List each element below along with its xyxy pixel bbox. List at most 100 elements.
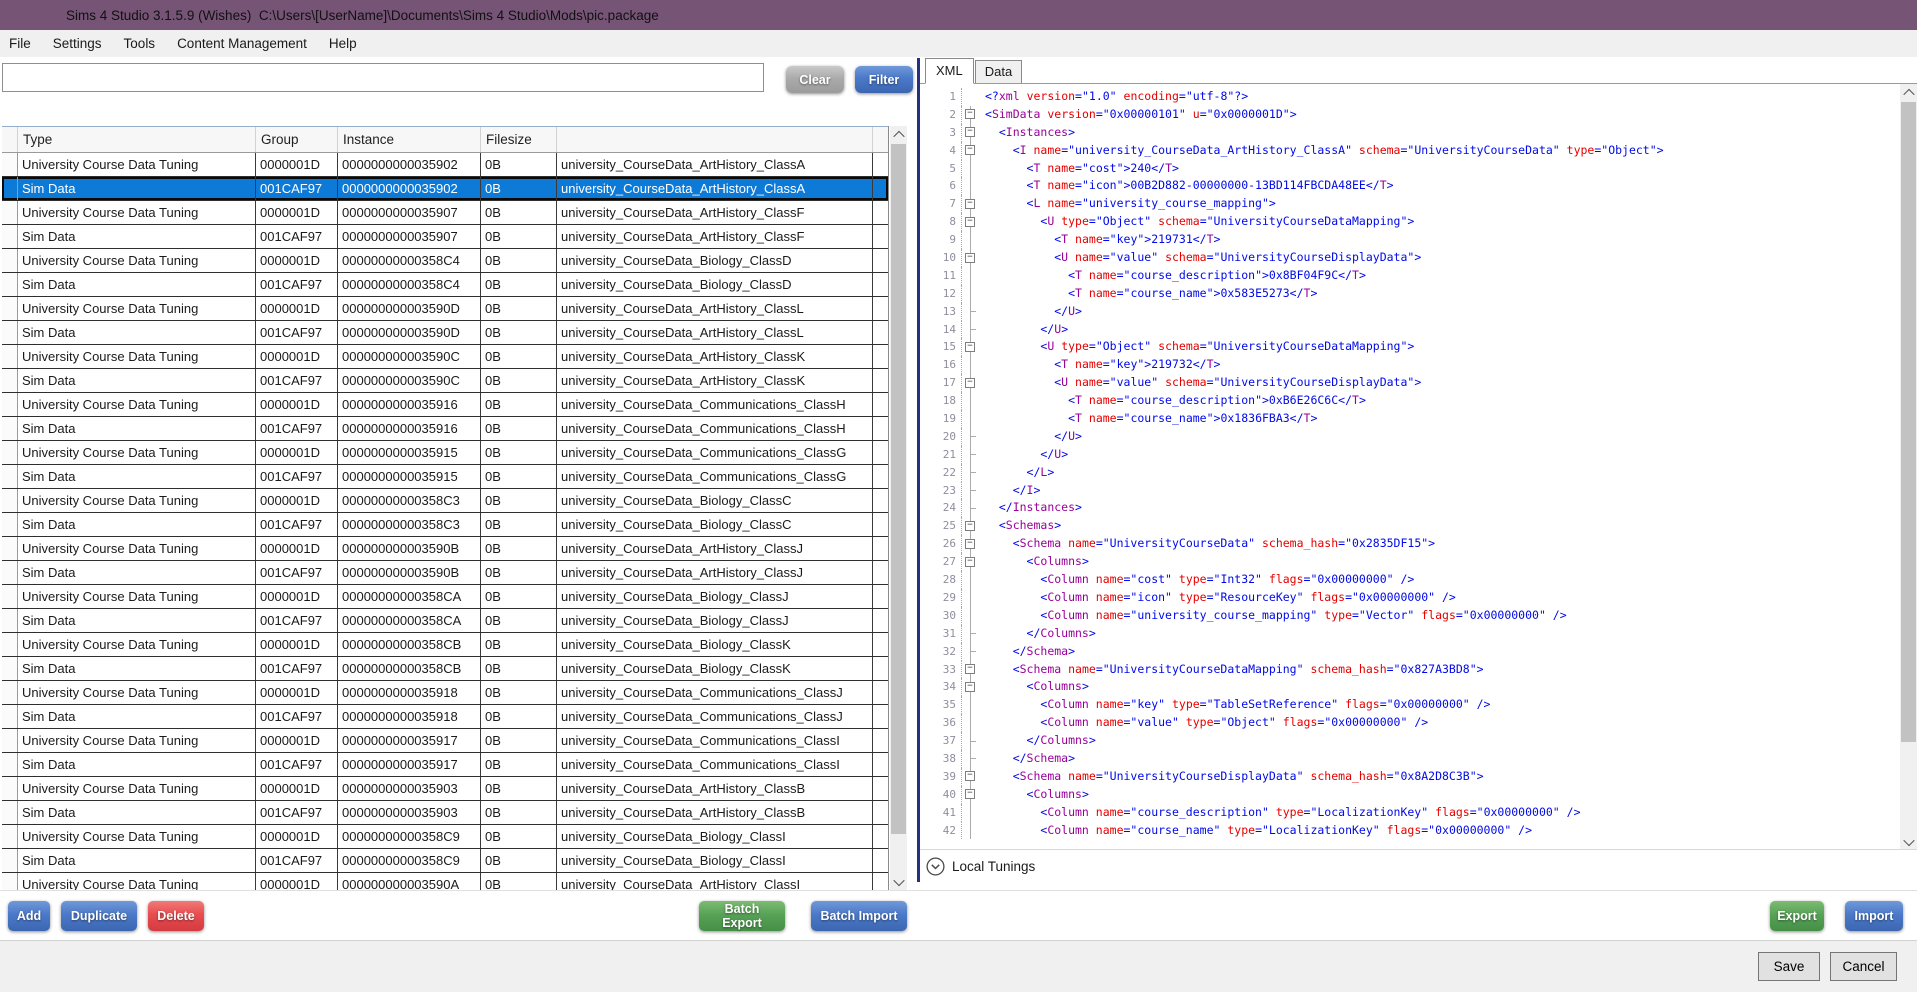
tab-data[interactable]: Data	[975, 60, 1022, 83]
export-button[interactable]: Export	[1770, 901, 1824, 931]
import-button[interactable]: Import	[1845, 901, 1903, 931]
code-fold-icon[interactable]: −	[965, 145, 975, 155]
table-cell-spacer	[873, 201, 888, 224]
table-row[interactable]: University Course Data Tuning0000001D000…	[2, 777, 888, 801]
column-header-instance[interactable]: Instance	[338, 127, 481, 152]
table-cell-type: University Course Data Tuning	[18, 201, 256, 224]
table-cell-group: 0000001D	[256, 729, 338, 752]
table-cell-filesize: 0B	[481, 201, 557, 224]
table-cell-filesize: 0B	[481, 657, 557, 680]
table-row[interactable]: Sim Data001CAF9700000000000359150Buniver…	[2, 465, 888, 489]
xml-scrollbar-thumb[interactable]	[1901, 102, 1916, 742]
table-row[interactable]: University Course Data Tuning0000001D000…	[2, 681, 888, 705]
table-row[interactable]: Sim Data001CAF97000000000003590B0Buniver…	[2, 561, 888, 585]
column-header-name[interactable]	[557, 127, 873, 152]
local-tunings-expander[interactable]: Local Tunings	[920, 849, 1917, 882]
column-header-type[interactable]: Type	[18, 127, 256, 152]
filter-button[interactable]: Filter	[855, 66, 913, 93]
table-row[interactable]: University Course Data Tuning0000001D000…	[2, 249, 888, 273]
table-row[interactable]: Sim Data001CAF97000000000003590D0Buniver…	[2, 321, 888, 345]
menu-item-help[interactable]: Help	[318, 30, 368, 57]
table-row[interactable]: Sim Data001CAF9700000000000358C40Buniver…	[2, 273, 888, 297]
table-row[interactable]: University Course Data Tuning0000001D000…	[2, 153, 888, 177]
scroll-down-icon[interactable]	[1900, 833, 1917, 850]
table-row[interactable]: Sim Data001CAF9700000000000358C30Buniver…	[2, 513, 888, 537]
delete-button[interactable]: Delete	[148, 901, 204, 931]
table-scrollbar-thumb[interactable]	[891, 144, 906, 834]
code-fold-icon[interactable]: −	[965, 199, 975, 209]
save-button[interactable]: Save	[1758, 952, 1820, 981]
table-cell-name: university_CourseData_ArtHistory_ClassF	[557, 225, 873, 248]
table-row[interactable]: Sim Data001CAF97000000000003590C0Buniver…	[2, 369, 888, 393]
table-cell-selector	[2, 513, 18, 536]
table-row[interactable]: University Course Data Tuning0000001D000…	[2, 729, 888, 753]
xml-code-editor[interactable]: 1<?xml version="1.0" encoding="utf-8"?>2…	[920, 84, 1900, 850]
table-row[interactable]: University Course Data Tuning0000001D000…	[2, 585, 888, 609]
xml-code-line: 9 <T name="key">219731</T>	[920, 231, 1900, 249]
code-fold-icon[interactable]: −	[965, 682, 975, 692]
column-header-filesize[interactable]: Filesize	[481, 127, 557, 152]
table-row[interactable]: University Course Data Tuning0000001D000…	[2, 489, 888, 513]
table-cell-spacer	[873, 681, 888, 704]
table-cell-name: university_CourseData_Biology_ClassI	[557, 825, 873, 848]
code-fold-icon[interactable]: −	[965, 539, 975, 549]
code-fold-icon[interactable]: −	[965, 342, 975, 352]
table-cell-spacer	[873, 873, 888, 891]
table-row[interactable]: University Course Data Tuning0000001D000…	[2, 537, 888, 561]
column-header-group[interactable]: Group	[256, 127, 338, 152]
table-scrollbar[interactable]	[890, 126, 907, 890]
table-row[interactable]: Sim Data001CAF9700000000000359030Buniver…	[2, 801, 888, 825]
xml-code-line: 22 </L>	[920, 464, 1900, 482]
code-fold-icon[interactable]: −	[965, 557, 975, 567]
scroll-up-icon[interactable]	[890, 126, 907, 143]
table-row[interactable]: Sim Data001CAF9700000000000359020Buniver…	[2, 177, 888, 201]
table-row[interactable]: Sim Data001CAF9700000000000359070Buniver…	[2, 225, 888, 249]
table-cell-spacer	[873, 849, 888, 872]
table-row[interactable]: Sim Data001CAF9700000000000358CB0Buniver…	[2, 657, 888, 681]
code-fold-icon[interactable]: −	[965, 521, 975, 531]
table-row[interactable]: Sim Data001CAF9700000000000359180Buniver…	[2, 705, 888, 729]
search-input[interactable]	[2, 63, 764, 92]
batch-import-button[interactable]: Batch Import	[811, 901, 907, 931]
code-fold-icon[interactable]: −	[965, 789, 975, 799]
table-row[interactable]: University Course Data Tuning0000001D000…	[2, 393, 888, 417]
scroll-down-icon[interactable]	[890, 873, 907, 890]
menu-item-settings[interactable]: Settings	[42, 30, 113, 57]
table-row[interactable]: University Course Data Tuning0000001D000…	[2, 345, 888, 369]
table-cell-type: Sim Data	[18, 225, 256, 248]
table-row[interactable]: Sim Data001CAF9700000000000358CA0Buniver…	[2, 609, 888, 633]
xml-code-line: 8− <U type="Object" schema="UniversityCo…	[920, 213, 1900, 231]
cancel-button[interactable]: Cancel	[1830, 952, 1897, 981]
xml-code-line: 16 <T name="key">219732</T>	[920, 356, 1900, 374]
code-fold-icon[interactable]: −	[965, 253, 975, 263]
table-cell-name: university_CourseData_Biology_ClassC	[557, 489, 873, 512]
code-fold-icon[interactable]: −	[965, 378, 975, 388]
xml-panel: XML Data 1<?xml version="1.0" encoding="…	[917, 58, 1917, 882]
xml-scrollbar[interactable]	[1900, 84, 1917, 850]
line-number: 21	[920, 446, 962, 464]
table-row[interactable]: Sim Data001CAF9700000000000359160Buniver…	[2, 417, 888, 441]
menu-item-file[interactable]: File	[0, 30, 42, 57]
table-row[interactable]: Sim Data001CAF9700000000000358C90Buniver…	[2, 849, 888, 873]
table-row[interactable]: University Course Data Tuning0000001D000…	[2, 201, 888, 225]
duplicate-button[interactable]: Duplicate	[61, 901, 137, 931]
batch-export-button[interactable]: Batch Export	[699, 901, 785, 931]
code-fold-icon[interactable]: −	[965, 127, 975, 137]
add-button[interactable]: Add	[8, 901, 50, 931]
table-row[interactable]: Sim Data001CAF9700000000000359170Buniver…	[2, 753, 888, 777]
table-row[interactable]: University Course Data Tuning0000001D000…	[2, 297, 888, 321]
menu-item-content-management[interactable]: Content Management	[166, 30, 318, 57]
table-cell-type: University Course Data Tuning	[18, 825, 256, 848]
code-fold-icon[interactable]: −	[965, 664, 975, 674]
code-fold-icon[interactable]: −	[965, 771, 975, 781]
table-row[interactable]: University Course Data Tuning0000001D000…	[2, 633, 888, 657]
table-row[interactable]: University Course Data Tuning0000001D000…	[2, 441, 888, 465]
code-fold-icon[interactable]: −	[965, 109, 975, 119]
clear-button[interactable]: Clear	[786, 66, 844, 93]
scroll-up-icon[interactable]	[1900, 84, 1917, 101]
tab-xml[interactable]: XML	[925, 58, 974, 84]
code-fold-icon[interactable]: −	[965, 217, 975, 227]
table-row[interactable]: University Course Data Tuning0000001D000…	[2, 873, 888, 891]
table-row[interactable]: University Course Data Tuning0000001D000…	[2, 825, 888, 849]
menu-item-tools[interactable]: Tools	[113, 30, 167, 57]
